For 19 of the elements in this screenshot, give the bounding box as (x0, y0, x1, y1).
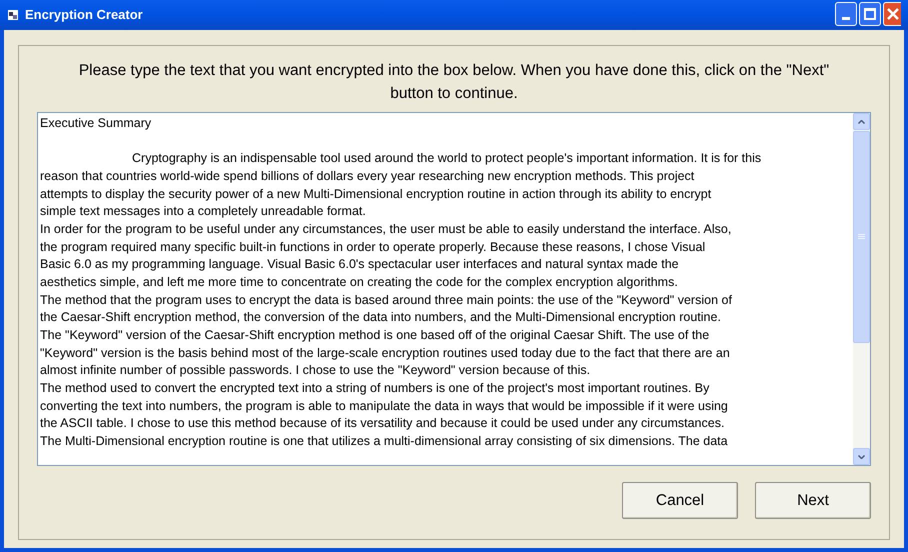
scroll-down-button[interactable] (853, 448, 870, 465)
caret-down-icon (858, 454, 865, 458)
minimize-button[interactable] (835, 2, 857, 26)
close-icon (887, 8, 899, 20)
minimize-icon (842, 17, 850, 20)
maximize-button[interactable] (859, 2, 881, 26)
window-title: Encryption Creator (25, 6, 144, 24)
instruction-text: Please type the text that you want encrypted into the box below. When you have done this, click on the "Next" button to continue. (78, 61, 830, 104)
scrollbar[interactable] (853, 113, 870, 465)
grip-icon (858, 234, 865, 240)
dialog-button[interactable]: Next (755, 482, 871, 519)
caret-up-icon (858, 120, 865, 124)
close-button[interactable] (883, 2, 901, 26)
scroll-up-button[interactable] (853, 113, 870, 130)
app-icon (7, 9, 19, 21)
maximize-icon (864, 8, 876, 20)
typed-text[interactable]: Executive Summary Cryptography is an indispensable tool used around the world to protect people's important information. It is for this reason that countries world-wide spend billions of dollars every year researching new encryption methods. This project attempts to display the security power of a new Multi-Dimensional encryption routine in action through its ability to encrypt simple text messages into a completely unreadable format. In order for the program to be useful under any circumstances, the user must be able to easily understand the interface. Also, the program required many specific built-in functions in order to operate properly. Because these reasons, I chose Visual Basic 6.0 as my programming language. Visual Basic 6.0's spectacular user interfaces and natural syntax made the aesthetics simple, and left me more time to concentrate on creating the code for the complex encryption algorithms. The method that the program uses to encrypt the data is based around three main points: the use of the "Keyword" version of the Caesar-Shift encryption method, the conversion of the data into numbers, and the Multi-Dimensional encryption routine. The "Keyword" version of the Caesar-Shift encryption method is one based off of the original Caesar Shift. The use of the "Keyword" version is the basis behind most of the large-scale encryption routines used today due to the fact that there are an almost infinite number of possible passwords. I chose to use the "Keyword" version because of this. The method used to convert the encrypted text into a string of numbers is one of the project's most important routines. By converting the text into numbers, the program is able to manipulate the data in ways that would be impossible if it were using the ASCII table. I chose to use this method because of its versatility and because it could be used under any circumstances. The Multi-Dimensional encryption routine is one that utilizes a multi-dimensional array consisting of six dimensions. The data (38, 113, 853, 465)
scroll-thumb[interactable] (853, 131, 870, 343)
dialog-button[interactable]: Cancel (622, 482, 738, 519)
